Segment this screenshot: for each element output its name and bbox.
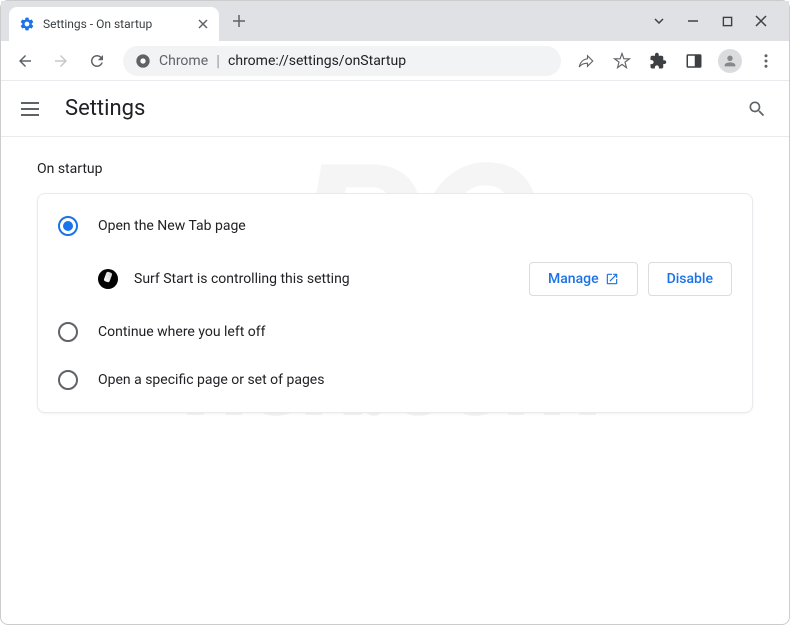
- reload-button[interactable]: [81, 45, 113, 77]
- option-specific[interactable]: Open a specific page or set of pages: [38, 356, 752, 404]
- chrome-logo-icon: [135, 53, 151, 69]
- disable-button[interactable]: Disable: [648, 262, 732, 296]
- hamburger-menu-icon[interactable]: [21, 97, 45, 121]
- option-label: Continue where you left off: [98, 324, 266, 340]
- extensions-icon[interactable]: [643, 46, 673, 76]
- address-label: Chrome: [159, 53, 208, 69]
- open-external-icon: [605, 272, 619, 286]
- search-icon[interactable]: [745, 97, 769, 121]
- address-url: chrome://settings/onStartup: [228, 53, 406, 69]
- chevron-down-icon[interactable]: [651, 13, 667, 29]
- option-label: Open a specific page or set of pages: [98, 372, 324, 388]
- radio-selected[interactable]: [58, 216, 78, 236]
- new-tab-button[interactable]: [225, 7, 253, 35]
- menu-icon[interactable]: [751, 46, 781, 76]
- back-button[interactable]: [9, 45, 41, 77]
- forward-button[interactable]: [45, 45, 77, 77]
- settings-header: Settings: [1, 81, 789, 137]
- page-title: Settings: [65, 96, 145, 121]
- share-icon[interactable]: [571, 46, 601, 76]
- sidepanel-icon[interactable]: [679, 46, 709, 76]
- radio-unselected[interactable]: [58, 322, 78, 342]
- disable-button-label: Disable: [667, 271, 713, 287]
- address-bar[interactable]: Chrome | chrome://settings/onStartup: [123, 46, 561, 76]
- toolbar-icons: [571, 46, 781, 76]
- close-window-button[interactable]: [753, 13, 769, 29]
- option-new-tab[interactable]: Open the New Tab page: [38, 202, 752, 250]
- browser-tab[interactable]: Settings - On startup: [9, 7, 219, 41]
- section-title: On startup: [37, 161, 753, 177]
- window-controls: [651, 13, 781, 29]
- gear-icon: [19, 16, 35, 32]
- option-label: Open the New Tab page: [98, 218, 246, 234]
- radio-unselected[interactable]: [58, 370, 78, 390]
- extension-control-row: Surf Start is controlling this setting M…: [38, 250, 752, 308]
- profile-avatar[interactable]: [715, 46, 745, 76]
- close-tab-icon[interactable]: [195, 16, 211, 32]
- window-titlebar: Settings - On startup: [1, 1, 789, 41]
- manage-button-label: Manage: [548, 271, 599, 287]
- option-continue[interactable]: Continue where you left off: [38, 308, 752, 356]
- maximize-button[interactable]: [719, 13, 735, 29]
- address-separator: |: [216, 51, 220, 70]
- browser-toolbar: Chrome | chrome://settings/onStartup: [1, 41, 789, 81]
- settings-content: On startup Open the New Tab page Surf St…: [1, 137, 789, 437]
- minimize-button[interactable]: [685, 13, 701, 29]
- manage-button[interactable]: Manage: [529, 262, 638, 296]
- startup-card: Open the New Tab page Surf Start is cont…: [37, 193, 753, 413]
- extension-control-text: Surf Start is controlling this setting: [134, 271, 513, 287]
- tab-title: Settings - On startup: [43, 17, 187, 31]
- bookmark-star-icon[interactable]: [607, 46, 637, 76]
- extension-icon: [98, 269, 118, 289]
